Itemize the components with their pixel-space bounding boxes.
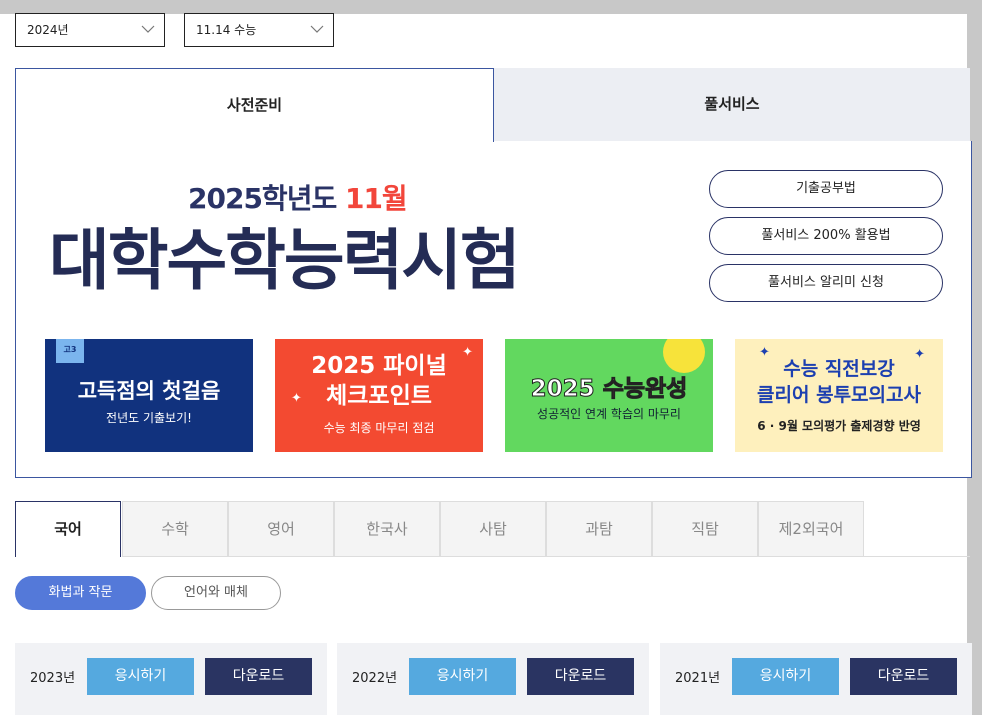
tab-divider xyxy=(122,556,970,557)
study-method-link[interactable]: 기출공부법 xyxy=(709,170,943,208)
tab-full-service[interactable]: 풀서비스 xyxy=(494,68,970,142)
banner-mock-exam[interactable]: ✦ ✦ 수능 직전보강 클리어 봉투모의고사 6 · 9월 모의평가 출제경향 … xyxy=(735,339,943,452)
take-exam-button[interactable]: 응시하기 xyxy=(87,658,194,695)
chip-speech-writing[interactable]: 화법과 작문 xyxy=(15,576,146,610)
exam-select[interactable]: 11.14 수능 xyxy=(184,13,334,47)
banner-desc: 6 · 9월 모의평가 출제경향 반영 xyxy=(757,419,921,433)
tab-korean-history[interactable]: 한국사 xyxy=(334,501,440,557)
banner-desc: 성공적인 연계 학습의 마무리 xyxy=(537,407,681,421)
download-button[interactable]: 다운로드 xyxy=(850,658,957,695)
year-select[interactable]: 2024년 xyxy=(15,13,165,47)
chevron-down-icon xyxy=(310,25,324,33)
banner-desc: 전년도 기출보기! xyxy=(106,411,192,425)
take-exam-button[interactable]: 응시하기 xyxy=(732,658,839,695)
exam-select-value: 11.14 수능 xyxy=(196,23,257,37)
tab-english[interactable]: 영어 xyxy=(228,501,334,557)
full-service-guide-link[interactable]: 풀서비스 200% 활용법 xyxy=(709,217,943,255)
splash-shape xyxy=(663,339,705,373)
year-label: 2021년 xyxy=(675,671,721,686)
banner-title-line1: 수능 직전보강 xyxy=(783,358,895,380)
banner-title-accent: 수능완성 xyxy=(602,376,688,403)
take-exam-button[interactable]: 응시하기 xyxy=(409,658,516,695)
banner-title: 고득점의 첫걸음 xyxy=(77,379,221,403)
tab-vocational[interactable]: 직탐 xyxy=(652,501,758,557)
banner-past-exams[interactable]: 고3 고득점의 첫걸음 전년도 기출보기! xyxy=(45,339,253,452)
banner-suneung-complete[interactable]: 2025 수능완성 성공적인 연계 학습의 마무리 xyxy=(505,339,713,452)
year-card: 2022년 응시하기 다운로드 xyxy=(337,643,649,715)
hero-title: 대학수학능력시험 xyxy=(49,222,521,299)
banner-final-checkpoint[interactable]: ✦ ✦ 2025 파이널 체크포인트 수능 최종 마무리 점검 xyxy=(275,339,483,452)
year-label: 2022년 xyxy=(352,671,398,686)
download-button[interactable]: 다운로드 xyxy=(527,658,634,695)
hero-panel: 2025학년도 11월 대학수학능력시험 기출공부법 풀서비스 200% 활용법… xyxy=(15,141,972,478)
chevron-down-icon xyxy=(141,25,155,33)
year-card: 2023년 응시하기 다운로드 xyxy=(15,643,327,715)
year-card: 2021년 응시하기 다운로드 xyxy=(660,643,972,715)
tab-korean[interactable]: 국어 xyxy=(15,501,121,557)
download-button[interactable]: 다운로드 xyxy=(205,658,312,695)
banner-title-prefix: 2025 xyxy=(530,376,603,403)
tab-social-studies[interactable]: 사탐 xyxy=(440,501,546,557)
year-label: 2023년 xyxy=(30,671,76,686)
banner-title-line1: 2025 파이널 xyxy=(311,353,447,379)
tab-science[interactable]: 과탐 xyxy=(546,501,652,557)
grade-tag: 고3 xyxy=(56,339,84,363)
tab-prep[interactable]: 사전준비 xyxy=(15,68,494,142)
chip-language-media[interactable]: 언어와 매체 xyxy=(151,576,281,610)
tab-math[interactable]: 수학 xyxy=(122,501,228,557)
notification-signup-link[interactable]: 풀서비스 알리미 신청 xyxy=(709,264,943,302)
year-select-value: 2024년 xyxy=(27,23,69,37)
banner-title-line2: 클리어 봉투모의고사 xyxy=(757,384,921,406)
banner-title-line2: 체크포인트 xyxy=(326,383,432,409)
banner-title: 2025 수능완성 xyxy=(505,369,713,403)
banner-desc: 수능 최종 마무리 점검 xyxy=(323,421,435,435)
tab-second-language[interactable]: 제2외국어 xyxy=(758,501,864,557)
